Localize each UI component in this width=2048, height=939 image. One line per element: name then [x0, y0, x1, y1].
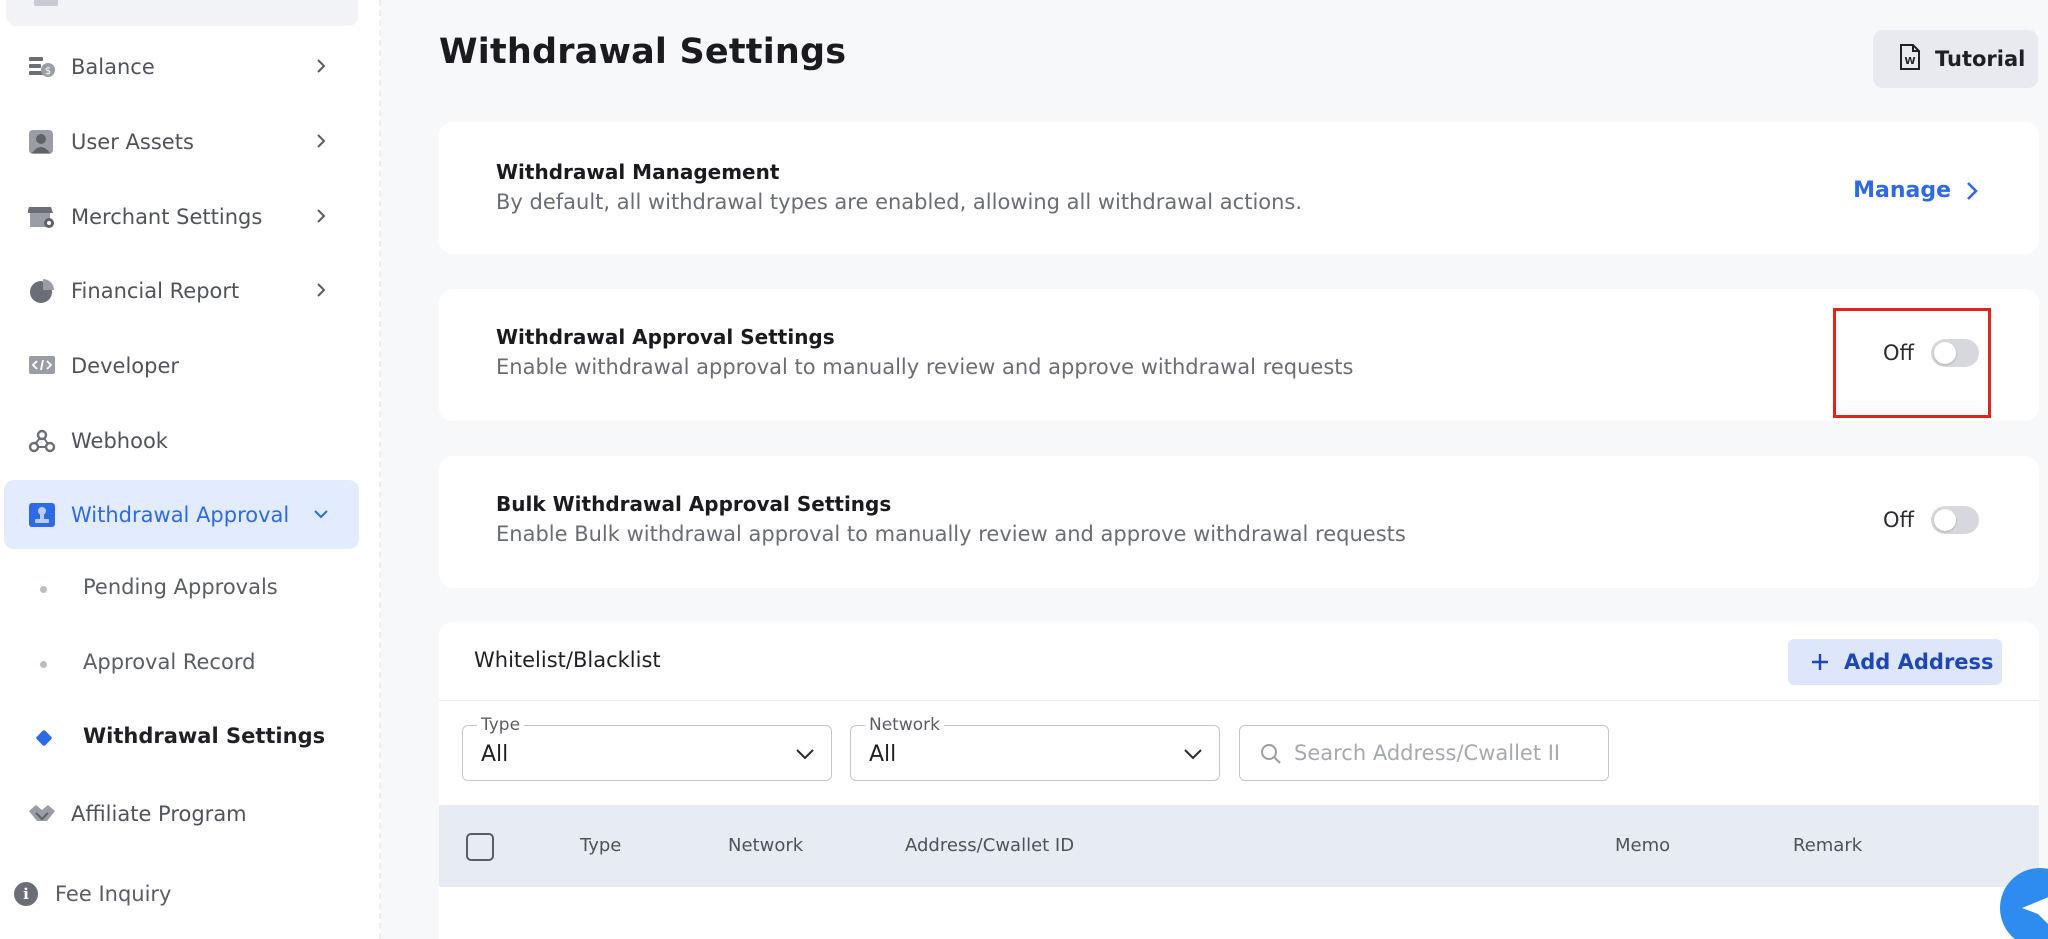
menu-icon	[34, 0, 58, 6]
chevron-right-icon	[311, 206, 331, 226]
add-address-button[interactable]: Add Address	[1788, 639, 2002, 685]
sidebar-item-clipped[interactable]	[6, 0, 358, 26]
sidebar-item-label: User Assets	[71, 129, 194, 154]
card-title: Withdrawal Management	[496, 160, 780, 184]
section-title: Whitelist/Blacklist	[474, 648, 661, 672]
type-select-value: All	[481, 742, 509, 767]
network-select-value: All	[869, 742, 897, 767]
sidebar-subitem-pending-approvals[interactable]: Pending Approvals	[4, 559, 359, 619]
bullet-icon	[40, 586, 47, 593]
chevron-down-icon	[311, 504, 331, 524]
tutorial-button[interactable]: W Tutorial	[1873, 30, 2038, 88]
approval-stamp-icon	[28, 502, 56, 528]
manage-label: Manage	[1853, 178, 1951, 203]
sidebar-subitem-label: Withdrawal Settings	[83, 724, 326, 748]
webhook-icon	[28, 428, 56, 454]
code-icon	[28, 353, 56, 379]
handshake-icon	[28, 801, 56, 827]
sidebar-subitem-approval-record[interactable]: Approval Record	[4, 634, 359, 694]
card-description: Enable Bulk withdrawal approval to manua…	[496, 522, 1406, 546]
card-description: Enable withdrawal approval to manually r…	[496, 355, 1354, 379]
table-header: Type Network Address/Cwallet ID Memo Rem…	[439, 805, 2039, 887]
sidebar-subitem-label: Pending Approvals	[83, 575, 278, 599]
sidebar-item-user-assets[interactable]: User Assets	[4, 107, 359, 176]
network-select-label: Network	[865, 715, 944, 735]
divider	[439, 700, 2039, 701]
sidebar-item-label: Affiliate Program	[71, 801, 247, 826]
card-title: Withdrawal Approval Settings	[496, 325, 835, 349]
chevron-right-icon	[311, 131, 331, 151]
bulk-toggle-group: Off	[1883, 506, 1979, 534]
whitelist-blacklist-card: Whitelist/Blacklist Add Address Type All…	[439, 622, 2039, 939]
withdrawal-approval-settings-card: Withdrawal Approval Settings Enable with…	[439, 289, 2039, 421]
sidebar-item-balance[interactable]: $ Balance	[4, 32, 359, 101]
sidebar-item-label: Financial Report	[71, 278, 240, 303]
sidebar-item-withdrawal-approval[interactable]: Withdrawal Approval	[4, 480, 359, 549]
search-input[interactable]	[1294, 734, 1594, 772]
balance-icon: $	[28, 54, 56, 80]
info-icon: i	[14, 882, 38, 906]
chevron-down-icon	[796, 749, 814, 760]
sidebar-item-label: Merchant Settings	[71, 204, 263, 229]
pie-chart-icon	[28, 278, 56, 304]
sidebar-subitem-label: Approval Record	[83, 650, 256, 674]
add-address-label: Add Address	[1844, 650, 1994, 674]
sidebar-item-affiliate-program[interactable]: Affiliate Program	[4, 779, 359, 848]
svg-text:W: W	[1904, 56, 1915, 67]
fee-inquiry-label: Fee Inquiry	[55, 882, 172, 906]
page-title: Withdrawal Settings	[439, 32, 847, 72]
select-all-checkbox[interactable]	[466, 833, 494, 861]
bulk-withdrawal-approval-toggle[interactable]	[1931, 506, 1979, 534]
telegram-icon	[2022, 897, 2048, 924]
store-settings-icon	[27, 204, 56, 230]
chevron-right-icon	[311, 280, 331, 300]
sidebar-item-developer[interactable]: Developer	[4, 331, 359, 400]
chevron-right-icon	[1967, 181, 1978, 200]
highlight-box	[1833, 308, 1991, 418]
word-document-icon: W	[1899, 44, 1921, 74]
sidebar: $ Balance User Assets Merchant Settings …	[0, 0, 381, 939]
plus-icon	[1812, 654, 1828, 670]
main-content: Withdrawal Settings W Tutorial Withdrawa…	[383, 0, 2048, 939]
svg-text:$: $	[45, 66, 51, 77]
column-header-type: Type	[580, 835, 622, 856]
sidebar-item-label: Withdrawal Approval	[71, 502, 290, 527]
column-header-remark: Remark	[1793, 835, 1863, 856]
toggle-knob	[1934, 509, 1956, 531]
column-header-memo: Memo	[1615, 835, 1671, 856]
card-description: By default, all withdrawal types are ena…	[496, 190, 1303, 214]
sidebar-item-label: Webhook	[71, 428, 168, 453]
chevron-down-icon	[1184, 749, 1202, 760]
column-header-network: Network	[728, 835, 804, 856]
sidebar-item-label: Developer	[71, 353, 180, 378]
toggle-state-label: Off	[1883, 508, 1914, 532]
fee-inquiry-link[interactable]: i Fee Inquiry	[14, 878, 171, 910]
sidebar-item-webhook[interactable]: Webhook	[4, 406, 359, 475]
type-select[interactable]: Type All	[462, 715, 832, 781]
search-icon	[1261, 744, 1281, 764]
search-field	[1239, 725, 1609, 781]
withdrawal-management-card: Withdrawal Management By default, all wi…	[439, 122, 2039, 254]
sidebar-item-label: Balance	[71, 54, 155, 79]
manage-link[interactable]: Manage	[1853, 178, 1979, 203]
user-assets-icon	[28, 129, 56, 155]
column-header-address: Address/Cwallet ID	[905, 835, 1075, 856]
type-select-label: Type	[477, 715, 525, 735]
sidebar-item-merchant-settings[interactable]: Merchant Settings	[4, 182, 359, 251]
tutorial-label: Tutorial	[1935, 47, 2026, 71]
bullet-icon	[40, 661, 47, 668]
telegram-chat-button[interactable]	[2000, 868, 2048, 939]
sidebar-item-financial-report[interactable]: Financial Report	[4, 256, 359, 325]
network-select[interactable]: Network All	[850, 715, 1220, 781]
sidebar-subitem-withdrawal-settings[interactable]: Withdrawal Settings	[4, 708, 359, 768]
card-title: Bulk Withdrawal Approval Settings	[496, 492, 892, 516]
chevron-right-icon	[311, 56, 331, 76]
bulk-withdrawal-approval-settings-card: Bulk Withdrawal Approval Settings Enable…	[439, 456, 2039, 588]
active-diamond-icon	[35, 729, 53, 747]
